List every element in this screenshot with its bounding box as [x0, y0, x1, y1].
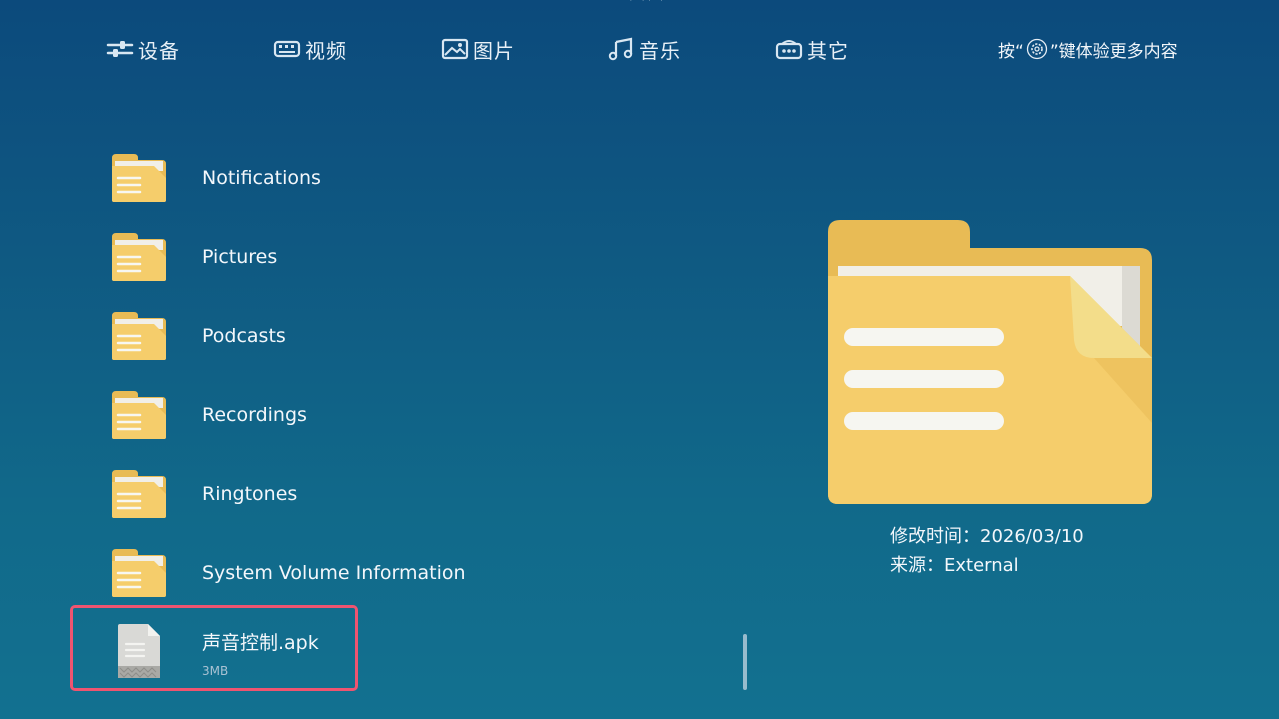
list-item-folder[interactable]: System Volume Information: [70, 535, 730, 611]
settings-gear-icon: [1026, 38, 1047, 60]
folder-icon: [112, 391, 166, 439]
modified-time: 修改时间：2026/03/10: [890, 526, 1084, 547]
folder-icon: [112, 154, 166, 202]
top-edge-mark: ⌒ ⌒: [630, 0, 663, 13]
nav-tab-other[interactable]: 其它: [775, 34, 849, 64]
list-item-folder[interactable]: Notifications: [70, 140, 730, 216]
misc-box-icon: [775, 40, 803, 60]
folder-name: Ringtones: [202, 483, 298, 505]
image-icon: [441, 38, 469, 60]
nav-tab-label: 音乐: [639, 38, 681, 63]
folder-name: Podcasts: [202, 325, 286, 347]
menu-key-hint: 按“ ”键体验更多内容: [998, 36, 1178, 62]
folder-name: Pictures: [202, 246, 278, 268]
hint-suffix: ”键体验更多内容: [1049, 41, 1178, 62]
sliders-icon: [106, 41, 134, 57]
folder-name: Notifications: [202, 167, 321, 189]
folder-preview-icon: [828, 220, 1152, 504]
list-item-folder[interactable]: Pictures: [70, 219, 730, 295]
list-item-folder[interactable]: Recordings: [70, 377, 730, 453]
music-note-icon: [608, 37, 633, 61]
nav-tab-label: 图片: [473, 38, 515, 63]
list-scrollbar[interactable]: [743, 634, 747, 690]
file-name: 声音控制.apk: [202, 632, 319, 654]
list-item-file-selected[interactable]: 声音控制.apk 3MB: [70, 605, 358, 691]
nav-tab-label: 其它: [807, 38, 849, 63]
apk-file-icon: [118, 624, 160, 678]
folder-icon: [112, 470, 166, 518]
folder-icon: [112, 549, 166, 597]
folder-name: System Volume Information: [202, 562, 466, 584]
nav-tab-video[interactable]: 视频: [273, 34, 347, 64]
nav-tab-pictures[interactable]: 图片: [441, 34, 515, 64]
list-item-folder[interactable]: Ringtones: [70, 456, 730, 532]
nav-tab-devices[interactable]: 设备: [106, 34, 180, 64]
folder-icon: [112, 233, 166, 281]
nav-tab-label: 设备: [138, 38, 180, 63]
file-size: 3MB: [202, 664, 229, 678]
list-item-folder[interactable]: Podcasts: [70, 298, 730, 374]
hint-prefix: 按“: [998, 41, 1024, 62]
video-icon: [273, 40, 301, 58]
source-label: 来源：External: [890, 555, 1019, 576]
nav-tab-music[interactable]: 音乐: [607, 34, 681, 64]
folder-icon: [112, 312, 166, 360]
folder-name: Recordings: [202, 404, 307, 426]
top-navigation-bar: ⌒ ⌒ 设备 视频 图片 音乐 其它 按“ ”键体验更多内容: [0, 0, 1279, 100]
file-details: 修改时间：2026/03/10 来源：External: [890, 522, 1084, 580]
nav-tab-label: 视频: [305, 38, 347, 63]
